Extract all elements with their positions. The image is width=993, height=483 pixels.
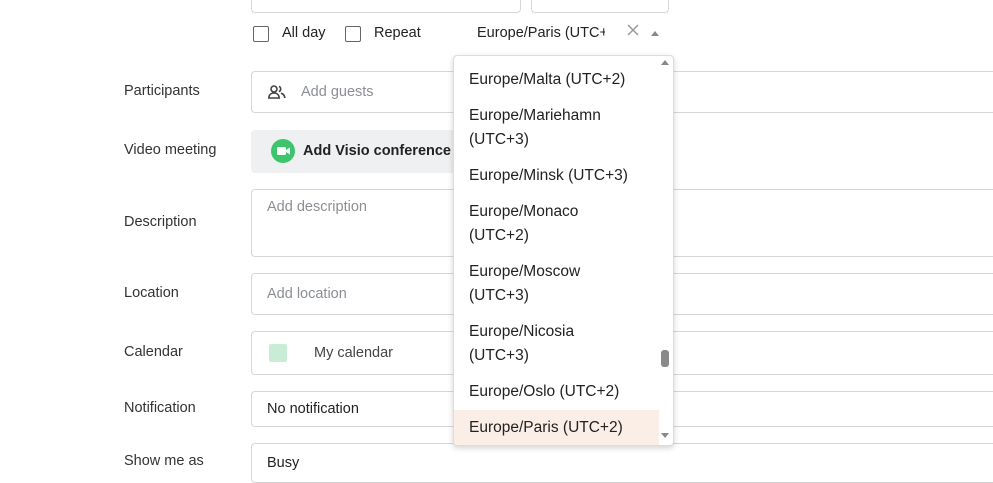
add-visio-button-label: Add Visio conference (303, 143, 451, 159)
timezone-value: Europe/Paris (UTC+ (477, 25, 605, 41)
close-icon[interactable] (626, 23, 640, 39)
option-text: Europe/Oslo (UTC+2) (469, 383, 620, 400)
end-time-field[interactable] (531, 0, 669, 13)
location-label: Location (124, 285, 179, 301)
timezone-option[interactable]: Europe/Malta (UTC+2) (454, 68, 659, 92)
participants-label: Participants (124, 83, 200, 99)
show-me-as-label: Show me as (124, 453, 204, 469)
show-me-as-value: Busy (267, 455, 300, 471)
option-text-offset: (UTC+2) (469, 227, 529, 244)
timezone-option[interactable]: Europe/Moscow (UTC+3) (454, 260, 659, 308)
timezone-select[interactable]: Europe/Paris (UTC+ (468, 20, 668, 48)
calendar-color-swatch (269, 344, 287, 362)
option-text: Europe/Monaco (469, 203, 579, 220)
show-me-as-select[interactable]: Busy (251, 443, 993, 483)
timezone-option[interactable]: Europe/Nicosia (UTC+3) (454, 320, 659, 368)
all-day-checkbox[interactable] (253, 26, 269, 42)
dropdown-scrollbar[interactable] (657, 56, 673, 445)
people-icon (267, 85, 286, 104)
option-text: Europe/Mariehamn (469, 107, 601, 124)
option-text: Europe/Minsk (UTC+3) (469, 167, 628, 184)
location-placeholder: Add location (267, 286, 347, 302)
option-text-offset: (UTC+3) (469, 347, 529, 364)
calendar-value: My calendar (314, 345, 393, 361)
title-field[interactable] (251, 0, 521, 13)
calendar-label: Calendar (124, 344, 183, 360)
option-text: Europe/Moscow (469, 263, 581, 280)
timezone-option[interactable]: Europe/Monaco (UTC+2) (454, 200, 659, 248)
video-meeting-label: Video meeting (124, 142, 217, 158)
option-text: Europe/Malta (UTC+2) (469, 71, 626, 88)
scroll-down-arrow-icon[interactable] (661, 433, 669, 438)
description-placeholder: Add description (267, 199, 367, 215)
video-camera-icon (271, 139, 295, 163)
scroll-up-arrow-icon[interactable] (661, 60, 669, 65)
notification-value: No notification (267, 401, 359, 417)
option-text: Europe/Paris (UTC+2) (469, 419, 623, 436)
timezone-option[interactable]: Europe/Mariehamn (UTC+3) (454, 104, 659, 152)
option-text: Europe/Nicosia (469, 323, 575, 340)
scroll-thumb[interactable] (661, 350, 669, 367)
repeat-label: Repeat (374, 25, 421, 41)
participants-input[interactable]: Add guests (301, 84, 374, 100)
all-day-label: All day (282, 25, 326, 41)
description-label: Description (124, 214, 197, 230)
timezone-option-selected[interactable]: Europe/Paris (UTC+2) (454, 410, 659, 445)
option-text-offset: (UTC+3) (469, 131, 529, 148)
timezone-option[interactable]: Europe/Oslo (UTC+2) (454, 380, 659, 404)
repeat-checkbox[interactable] (345, 26, 361, 42)
notification-label: Notification (124, 400, 196, 416)
option-text-offset: (UTC+3) (469, 287, 529, 304)
caret-up-icon[interactable] (651, 31, 659, 36)
timezone-option[interactable]: Europe/Minsk (UTC+3) (454, 164, 659, 188)
timezone-dropdown[interactable]: Europe/Malta (UTC+2) Europe/Mariehamn (U… (453, 55, 674, 446)
